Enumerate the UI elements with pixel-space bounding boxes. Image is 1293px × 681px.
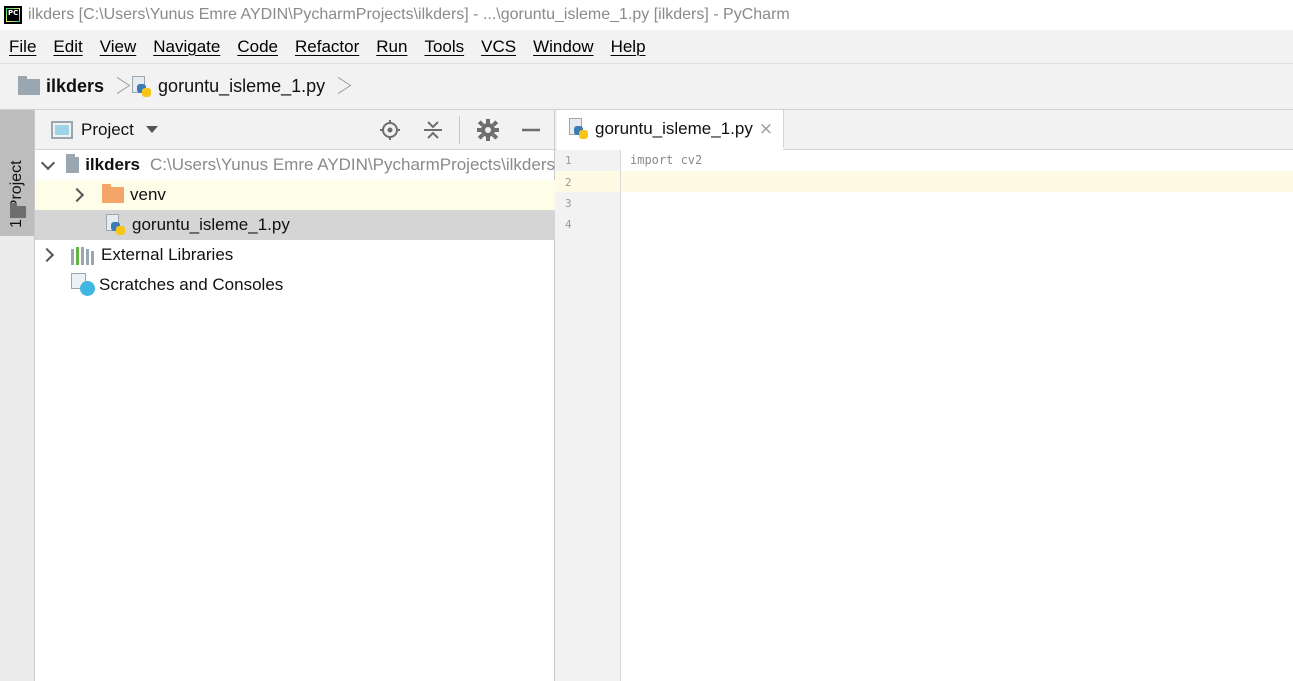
tool-window-stripe: 1: Project — [0, 110, 35, 681]
tree-item-external-libraries[interactable]: External Libraries — [35, 240, 555, 270]
chevron-right-icon[interactable] — [41, 248, 55, 262]
line-number-gutter: 1 2 3 4 — [555, 150, 621, 681]
menu-window[interactable]: Window — [524, 37, 601, 57]
tree-root-label: ilkders — [85, 155, 141, 174]
menu-bar: File Edit View Navigate Code Refactor Ru… — [0, 30, 1293, 64]
line-number: 3 — [565, 197, 572, 210]
folder-icon — [102, 184, 124, 203]
tree-item-label: goruntu_isleme_1.py — [132, 215, 290, 234]
line-number: 1 — [565, 154, 572, 167]
breadcrumb-file-label: goruntu_isleme_1.py — [158, 76, 326, 96]
editor-tab-label: goruntu_isleme_1.py — [595, 118, 753, 138]
chevron-right-icon[interactable] — [71, 188, 85, 202]
scratches-icon — [71, 273, 95, 297]
folder-icon — [10, 203, 26, 218]
breadcrumb-file[interactable]: goruntu_isleme_1.py — [130, 75, 326, 98]
breadcrumb-separator-icon — [110, 74, 122, 100]
line-number: 4 — [565, 218, 572, 231]
current-line-highlight — [621, 171, 1293, 192]
menu-refactor[interactable]: Refactor — [286, 37, 367, 57]
tree-root-ilkders[interactable]: ilkders C:\Users\Yunus Emre AYDIN\Pychar… — [35, 150, 555, 180]
project-panel-header: Project — [35, 110, 554, 150]
python-file-icon — [104, 214, 126, 236]
editor: goruntu_isleme_1.py × 1 2 3 4 import cv2 — [555, 110, 1293, 681]
pycharm-logo-icon: PC — [4, 6, 22, 24]
tree-item-label: External Libraries — [101, 245, 234, 264]
editor-tab-bar: goruntu_isleme_1.py × — [555, 110, 1293, 150]
project-view-selector[interactable]: Project — [81, 120, 134, 140]
tree-item-venv[interactable]: venv — [35, 180, 555, 210]
breadcrumb: ilkders goruntu_isleme_1.py — [0, 64, 1293, 110]
window-title: ilkders [C:\Users\Yunus Emre AYDIN\Pycha… — [28, 6, 790, 23]
python-file-icon — [130, 75, 152, 98]
hide-panel-icon[interactable] — [519, 118, 543, 142]
editor-tab[interactable]: goruntu_isleme_1.py × — [557, 110, 785, 150]
menu-code[interactable]: Code — [228, 37, 286, 57]
tree-item-file[interactable]: goruntu_isleme_1.py — [35, 210, 555, 240]
menu-navigate[interactable]: Navigate — [144, 37, 228, 57]
project-tool-window-button[interactable]: 1: Project — [0, 110, 34, 236]
toolbar-divider — [459, 116, 460, 144]
locate-file-icon[interactable] — [378, 118, 402, 142]
project-panel: Project ilkders C:\Users\Yunus Emre AYDI… — [35, 110, 555, 681]
breadcrumb-project-label: ilkders — [46, 76, 105, 96]
gear-icon[interactable] — [476, 118, 500, 142]
tree-item-label: venv — [130, 185, 166, 204]
breadcrumb-separator-icon — [331, 74, 343, 100]
menu-run[interactable]: Run — [367, 37, 415, 57]
tree-item-scratches[interactable]: Scratches and Consoles — [35, 270, 555, 300]
python-file-icon — [567, 117, 589, 140]
tree-root-path: C:\Users\Yunus Emre AYDIN\PycharmProject… — [150, 155, 555, 174]
code-editor[interactable]: import cv2 — [621, 150, 1293, 681]
menu-view[interactable]: View — [91, 37, 145, 57]
folder-icon — [18, 75, 40, 95]
breadcrumb-project[interactable]: ilkders — [18, 75, 105, 97]
libraries-icon — [71, 245, 95, 265]
folder-icon — [65, 154, 80, 173]
chevron-down-icon[interactable] — [145, 126, 158, 133]
menu-vcs[interactable]: VCS — [472, 37, 524, 57]
line-number: 2 — [565, 176, 572, 189]
title-bar: PC ilkders [C:\Users\Yunus Emre AYDIN\Py… — [0, 0, 1293, 30]
code-line: import cv2 — [630, 153, 703, 167]
chevron-down-icon[interactable] — [41, 158, 50, 172]
menu-file[interactable]: File — [0, 37, 44, 57]
menu-help[interactable]: Help — [602, 37, 654, 57]
menu-tools[interactable]: Tools — [415, 37, 472, 57]
close-icon[interactable]: × — [759, 119, 773, 139]
project-view-icon — [51, 120, 73, 139]
menu-edit[interactable]: Edit — [44, 37, 90, 57]
tree-item-label: Scratches and Consoles — [99, 275, 284, 294]
collapse-all-icon[interactable] — [421, 118, 445, 142]
